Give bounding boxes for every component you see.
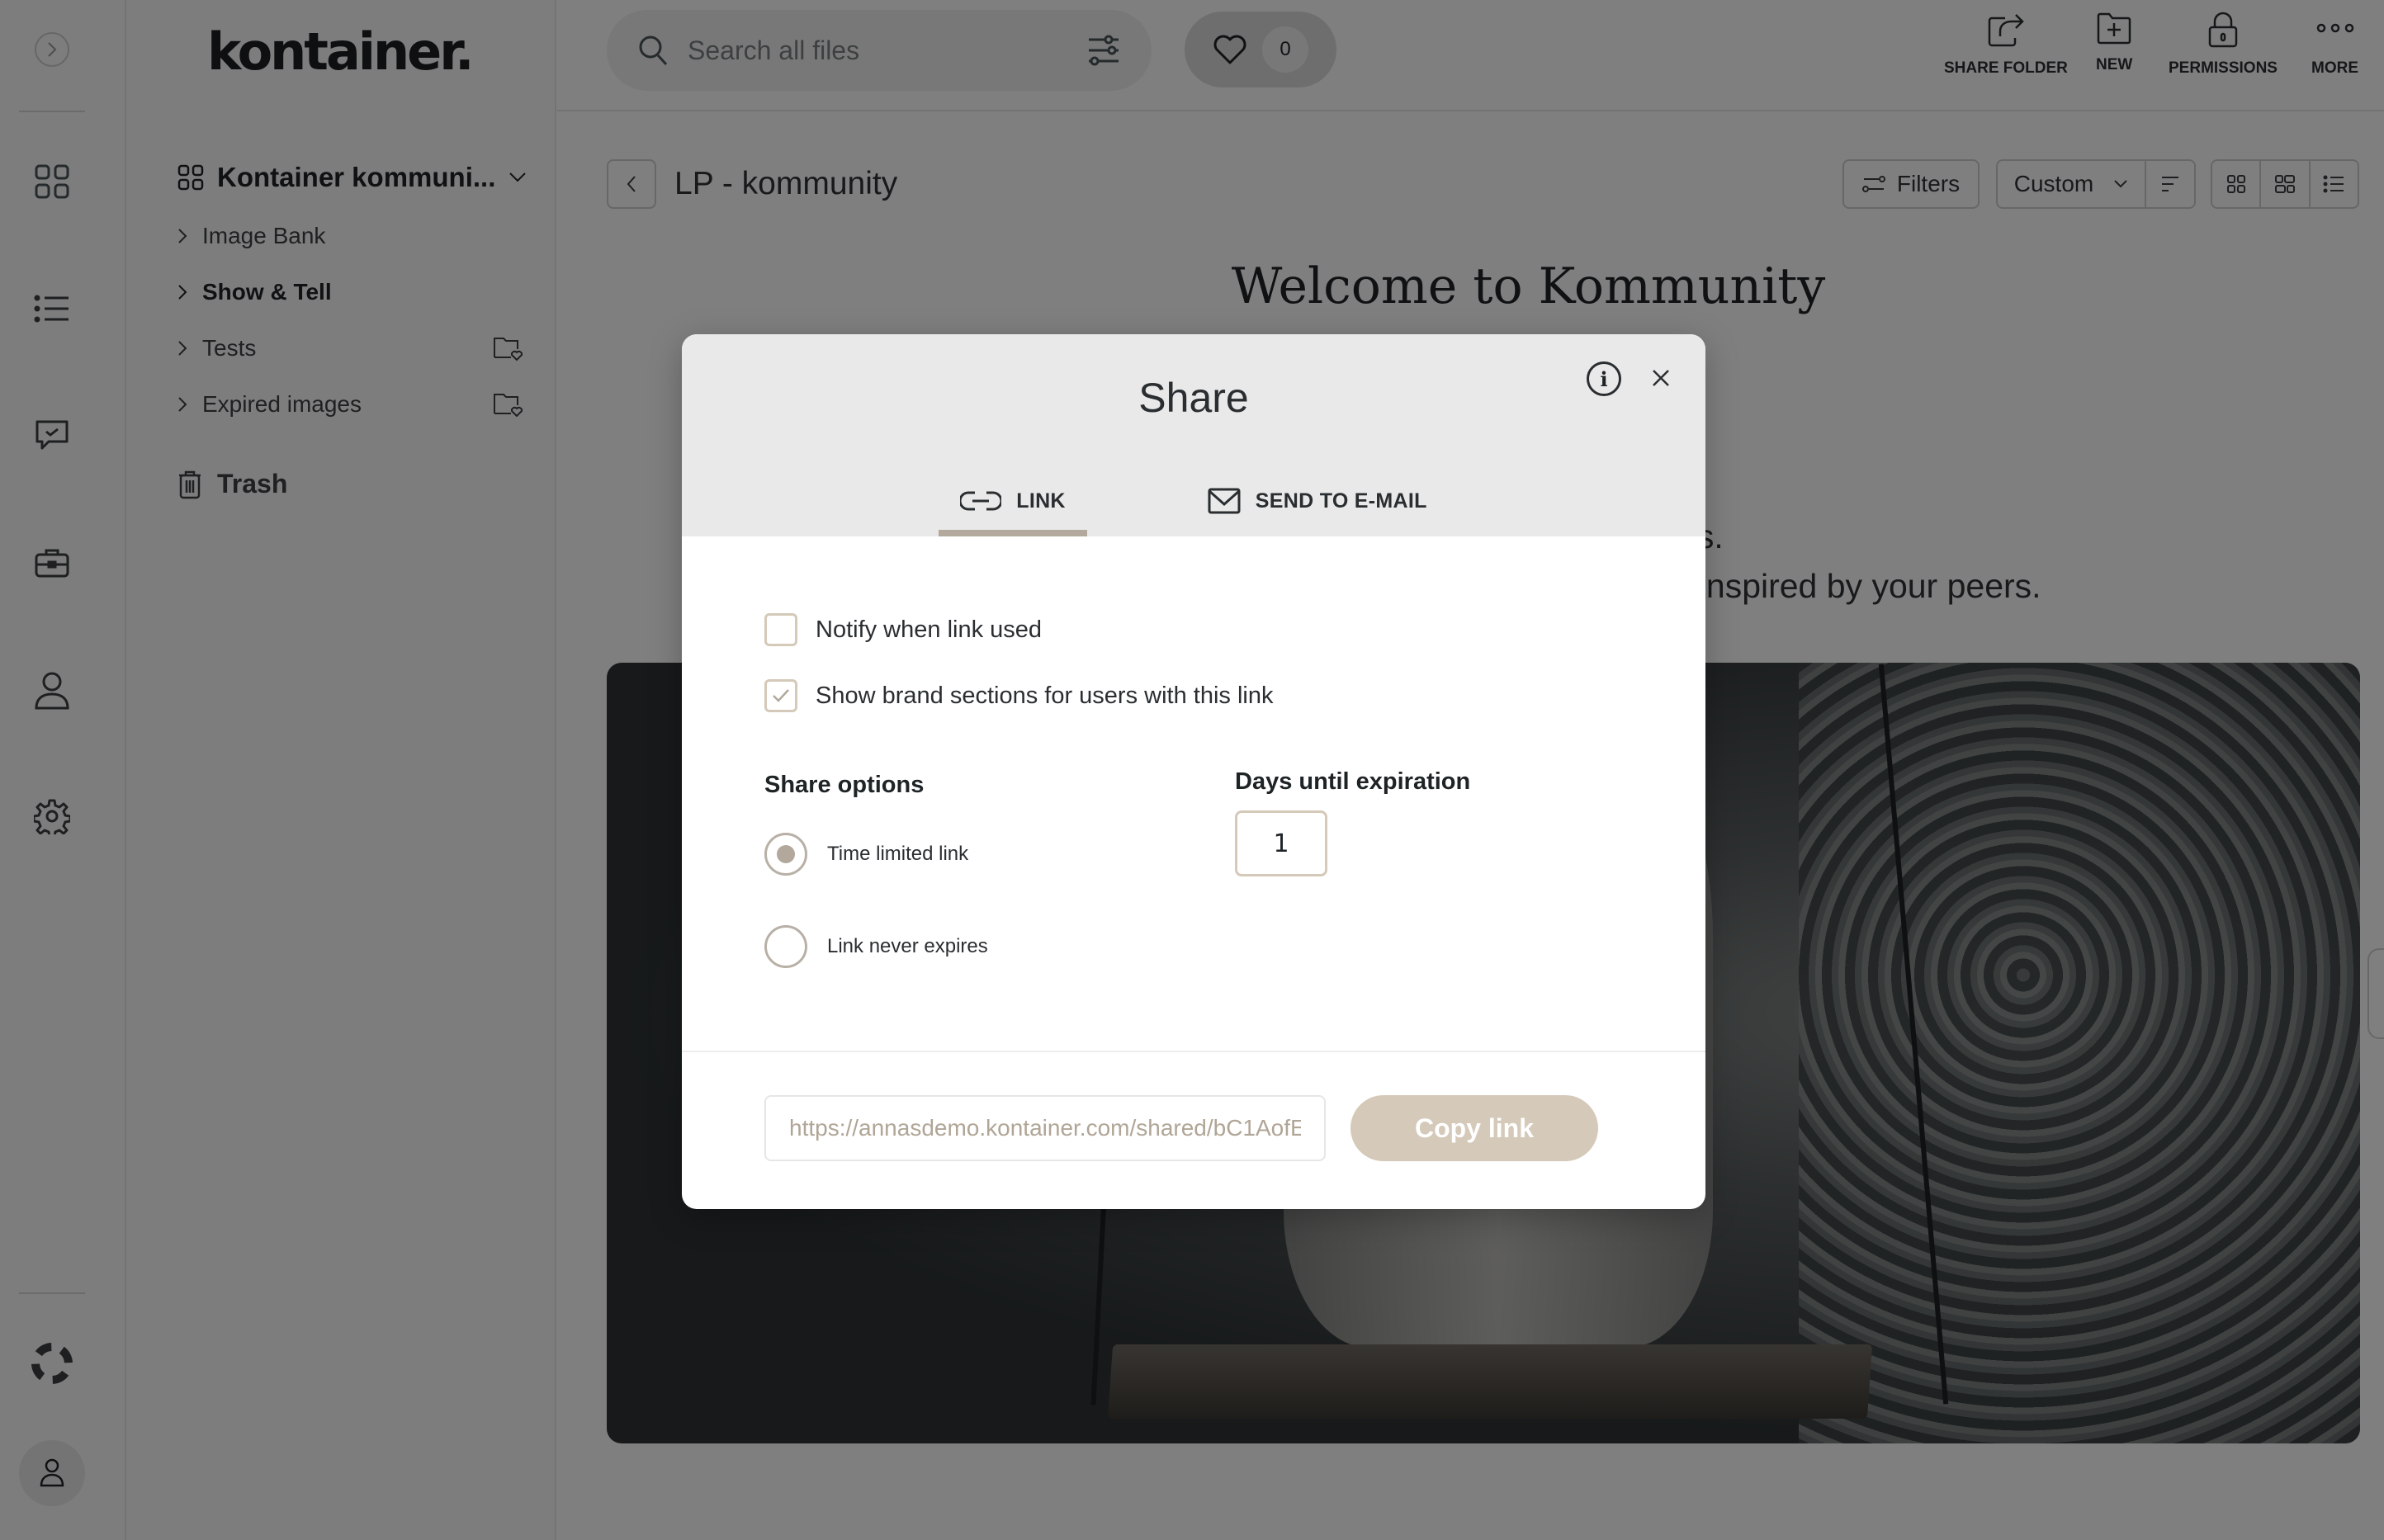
tab-send-email-label: SEND TO E-MAIL (1255, 489, 1427, 513)
never-expires-radio[interactable] (764, 925, 807, 968)
modal-body: Notify when link used Show brand section… (682, 536, 1705, 1052)
notify-checkbox-row[interactable]: Notify when link used (764, 613, 1042, 646)
time-limited-radio-row[interactable]: Time limited link (764, 833, 968, 876)
brand-sections-checkbox[interactable] (764, 679, 797, 712)
modal-header: Share i LINK SEND TO E-MAIL (682, 334, 1705, 536)
share-tabs: LINK SEND TO E-MAIL (682, 465, 1705, 536)
close-button[interactable] (1646, 363, 1676, 393)
brand-sections-checkbox-label: Show brand sections for users with this … (816, 682, 1274, 709)
info-icon[interactable]: i (1587, 361, 1621, 396)
tab-send-email[interactable]: SEND TO E-MAIL (1186, 465, 1449, 536)
checkmark-icon (773, 689, 789, 702)
time-limited-radio[interactable] (764, 833, 807, 876)
never-expires-label: Link never expires (827, 935, 988, 957)
modal-title: Share (1138, 375, 1249, 421)
modal-footer: Copy link (682, 1052, 1705, 1209)
days-until-expiration-label: Days until expiration (1235, 768, 1471, 795)
never-expires-radio-row[interactable]: Link never expires (764, 925, 988, 968)
share-options-label: Share options (764, 772, 925, 798)
mail-icon (1208, 488, 1241, 514)
copy-link-button[interactable]: Copy link (1350, 1095, 1598, 1161)
notify-checkbox[interactable] (764, 613, 797, 646)
notify-checkbox-label: Notify when link used (816, 616, 1043, 643)
radio-dot (777, 845, 795, 863)
brand-sections-checkbox-row[interactable]: Show brand sections for users with this … (764, 679, 1273, 712)
share-modal: Share i LINK SEND TO E-MAIL Notify when … (682, 334, 1705, 1209)
time-limited-label: Time limited link (827, 843, 969, 865)
tab-link-label: LINK (1016, 489, 1066, 513)
link-icon (960, 491, 1002, 511)
days-until-expiration-input[interactable] (1235, 810, 1327, 876)
share-url-field[interactable] (764, 1095, 1326, 1161)
tab-link[interactable]: LINK (939, 465, 1087, 536)
close-icon (1653, 370, 1669, 386)
